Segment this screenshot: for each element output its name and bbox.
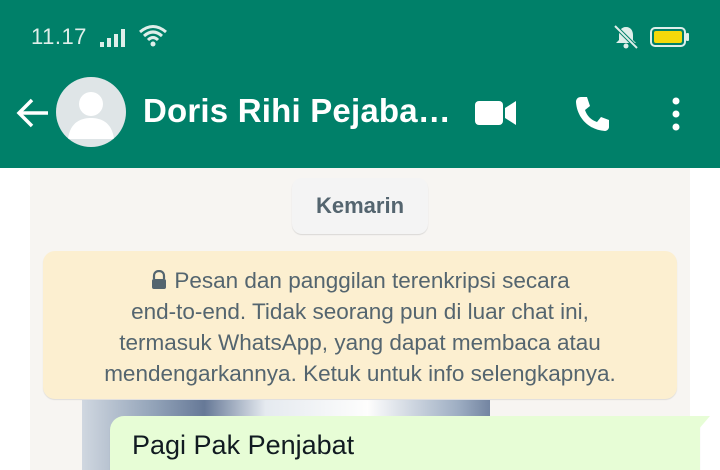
battery-icon [650, 27, 689, 47]
status-time: 11.17 [31, 24, 87, 49]
mute-icon [613, 24, 639, 50]
chat-header: Doris Rihi Pejaba… [0, 72, 720, 168]
chat-background-left [0, 168, 30, 470]
date-chip: Kemarin [292, 178, 428, 234]
bubble-tail [698, 416, 710, 430]
wifi-icon [139, 25, 167, 47]
encryption-notice-line-1: Pesan dan panggilan terenkripsi secara [57, 265, 663, 296]
lock-icon [152, 270, 167, 289]
back-icon[interactable] [14, 94, 52, 132]
default-avatar-icon [68, 92, 114, 139]
outgoing-message-bubble[interactable]: Pagi Pak Penjabat [110, 416, 710, 470]
encryption-notice[interactable]: Pesan dan panggilan terenkripsi secara e… [43, 251, 677, 399]
avatar[interactable] [56, 77, 126, 147]
status-bar: 11.17 [0, 0, 720, 72]
encryption-notice-line-2: end-to-end. Tidak seorang pun di luar ch… [131, 299, 589, 324]
message-text: Pagi Pak Penjabat [132, 430, 355, 460]
video-call-icon[interactable] [473, 97, 519, 129]
encryption-notice-line-3: termasuk WhatsApp, yang dapat membaca at… [119, 330, 601, 355]
chat-area[interactable]: Kemarin Pesan dan panggilan terenkripsi … [0, 168, 720, 470]
menu-icon[interactable] [664, 94, 688, 134]
voice-call-icon[interactable] [572, 94, 612, 134]
signal-icon [100, 29, 125, 47]
encryption-notice-text-1: Pesan dan panggilan terenkripsi secara [174, 268, 570, 293]
encryption-notice-line-4: mendengarkannya. Ketuk untuk info seleng… [104, 361, 616, 386]
contact-name[interactable]: Doris Rihi Pejaba… [143, 92, 451, 130]
